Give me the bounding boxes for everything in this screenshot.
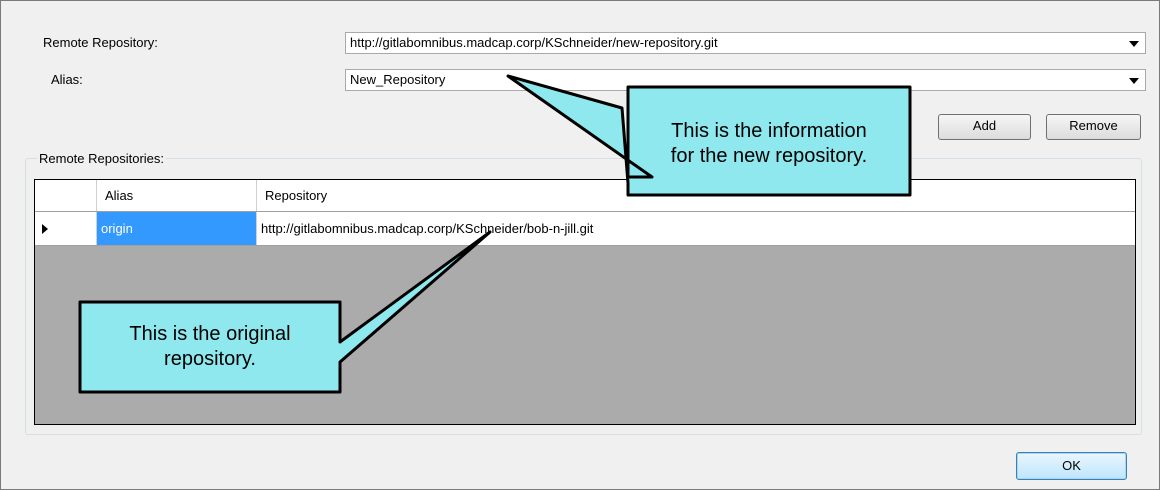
column-header-repository[interactable]: Repository [257,180,1135,211]
callout-original-text: This is the original repository. [82,322,338,372]
callout-original-line-2: repository. [164,348,256,370]
ok-button[interactable]: OK [1016,452,1127,480]
remote-repositories-dialog: Remote Repository: http://gitlabomnibus.… [0,0,1160,490]
remote-repository-value: http://gitlabomnibus.madcap.corp/KSchnei… [350,35,718,50]
cell-repository[interactable]: http://gitlabomnibus.madcap.corp/KSchnei… [257,212,1135,245]
grid-header: Alias Repository [35,180,1135,212]
callout-new-text: This is the information for the new repo… [630,119,908,169]
callout-original-line-1: This is the original [129,323,291,345]
dropdown-arrow-icon[interactable] [1129,41,1139,47]
column-header-alias[interactable]: Alias [97,180,257,211]
remove-button[interactable]: Remove [1046,114,1141,140]
remote-repository-label: Remote Repository: [43,35,158,50]
dropdown-arrow-icon[interactable] [1129,78,1139,84]
current-row-arrow-icon [42,224,48,234]
remote-repositories-group-label: Remote Repositories: [37,151,166,166]
row-header[interactable] [35,212,97,245]
cell-alias[interactable]: origin [97,212,257,245]
alias-value: New_Repository [350,72,446,87]
callout-new-line-2: for the new repository. [670,145,868,167]
add-button[interactable]: Add [938,114,1031,140]
grid-row-header-corner [35,180,97,211]
alias-label: Alias: [51,72,83,87]
callout-new-line-1: This is the information [671,120,867,142]
table-row[interactable]: origin http://gitlabomnibus.madcap.corp/… [35,212,1135,246]
alias-combo[interactable]: New_Repository [345,69,1146,91]
remote-repository-combo[interactable]: http://gitlabomnibus.madcap.corp/KSchnei… [345,32,1146,54]
remote-repositories-grid[interactable]: Alias Repository origin http://gitlabomn… [34,179,1136,425]
